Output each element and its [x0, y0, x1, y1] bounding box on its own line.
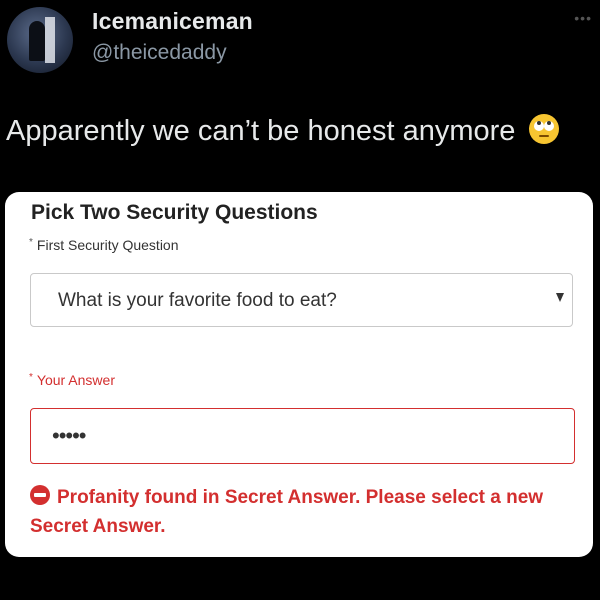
answer-label-text: Your Answer — [36, 372, 115, 388]
emoji-left-eye — [534, 121, 545, 131]
attached-form-screenshot[interactable]: Pick Two Security Questions * First Secur… — [5, 192, 593, 557]
answer-label: * Your Answer — [29, 372, 115, 388]
tweet-body: Apparently we can’t be honest anymore — [6, 115, 516, 147]
avatar-figure — [29, 21, 45, 61]
more-options-icon[interactable]: ••• — [574, 10, 592, 26]
avatar-light — [45, 17, 55, 63]
error-message: Profanity found in Secret Answer. Please… — [30, 487, 544, 537]
tweet-screenshot: Icemaniceman @theicedaddy ••• Apparently… — [0, 0, 600, 600]
first-question-label-text: First Security Question — [36, 237, 179, 253]
avatar[interactable] — [7, 7, 73, 73]
first-question-label: * First Security Question — [29, 237, 179, 253]
first-question-value: What is your favorite food to eat? — [58, 290, 337, 311]
first-question-select[interactable]: What is your favorite food to eat? — [30, 273, 573, 327]
required-marker: * — [29, 372, 33, 383]
form-title: Pick Two Security Questions — [31, 201, 318, 224]
emoji-right-eye — [544, 121, 555, 131]
answer-masked-value: ••••• — [52, 423, 87, 448]
author-handle[interactable]: @theicedaddy — [92, 41, 227, 65]
tweet-text: Apparently we can’t be honest anymore — [6, 114, 560, 148]
rolling-eyes-emoji-icon — [529, 114, 560, 144]
author-name[interactable]: Icemaniceman — [92, 8, 253, 35]
dropdown-arrow-icon — [556, 293, 564, 302]
emoji-mouth — [539, 135, 550, 137]
answer-input[interactable]: ••••• — [30, 408, 575, 464]
required-marker: * — [29, 237, 33, 248]
